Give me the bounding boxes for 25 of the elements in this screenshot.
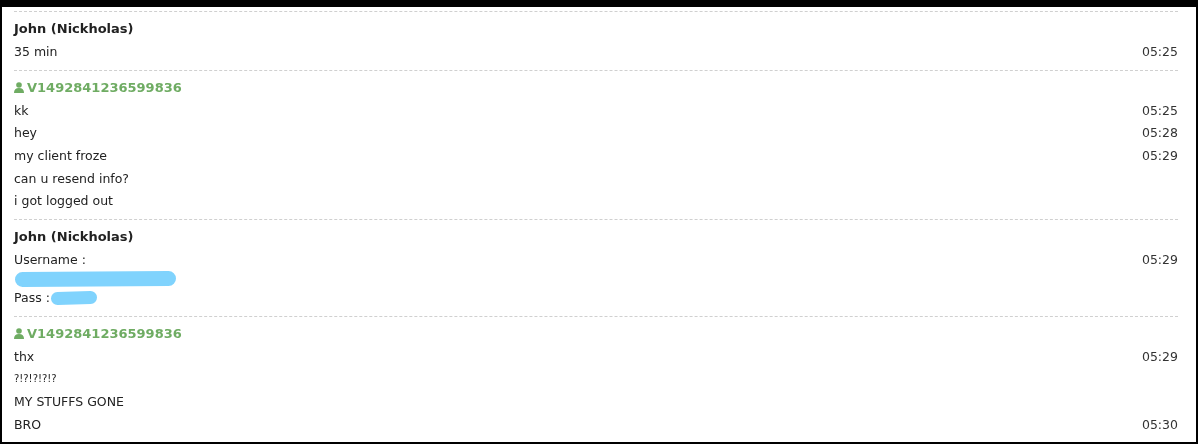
message-text: my client froze — [14, 147, 108, 166]
message-time: 05:29 — [1141, 147, 1178, 166]
user-icon — [14, 81, 24, 93]
sender-name: John (Nickholas) — [14, 20, 134, 38]
message-time: 05:25 — [1141, 43, 1178, 61]
message-time: 05:28 — [1141, 124, 1178, 143]
message-text: i got logged out — [14, 192, 113, 211]
message-time: 05:25 — [1141, 101, 1178, 120]
message-text: hey — [14, 124, 37, 143]
user-icon — [14, 327, 24, 339]
message-text: kk — [14, 101, 29, 120]
message-time: 05:29 — [1141, 347, 1178, 366]
sender-name: John (Nickholas) — [14, 228, 134, 247]
message-text: Username : — [14, 251, 86, 270]
sender-name: V1492841236599836 — [14, 321, 182, 346]
message-text: can u resend info? — [14, 169, 129, 188]
message-time: 05:30 — [1141, 415, 1178, 434]
message-text: MY STUFFS GONE — [14, 392, 124, 411]
message-text: Pass : — [14, 288, 50, 307]
message-text: BRO — [14, 415, 42, 434]
message-time: 05:29 — [1141, 251, 1178, 270]
message-text: 35 min — [14, 43, 58, 61]
message-text: ?!?!?!?!? — [14, 372, 57, 387]
message-text: thx — [14, 347, 35, 366]
sender-name: V1492841236599836 — [14, 75, 182, 100]
